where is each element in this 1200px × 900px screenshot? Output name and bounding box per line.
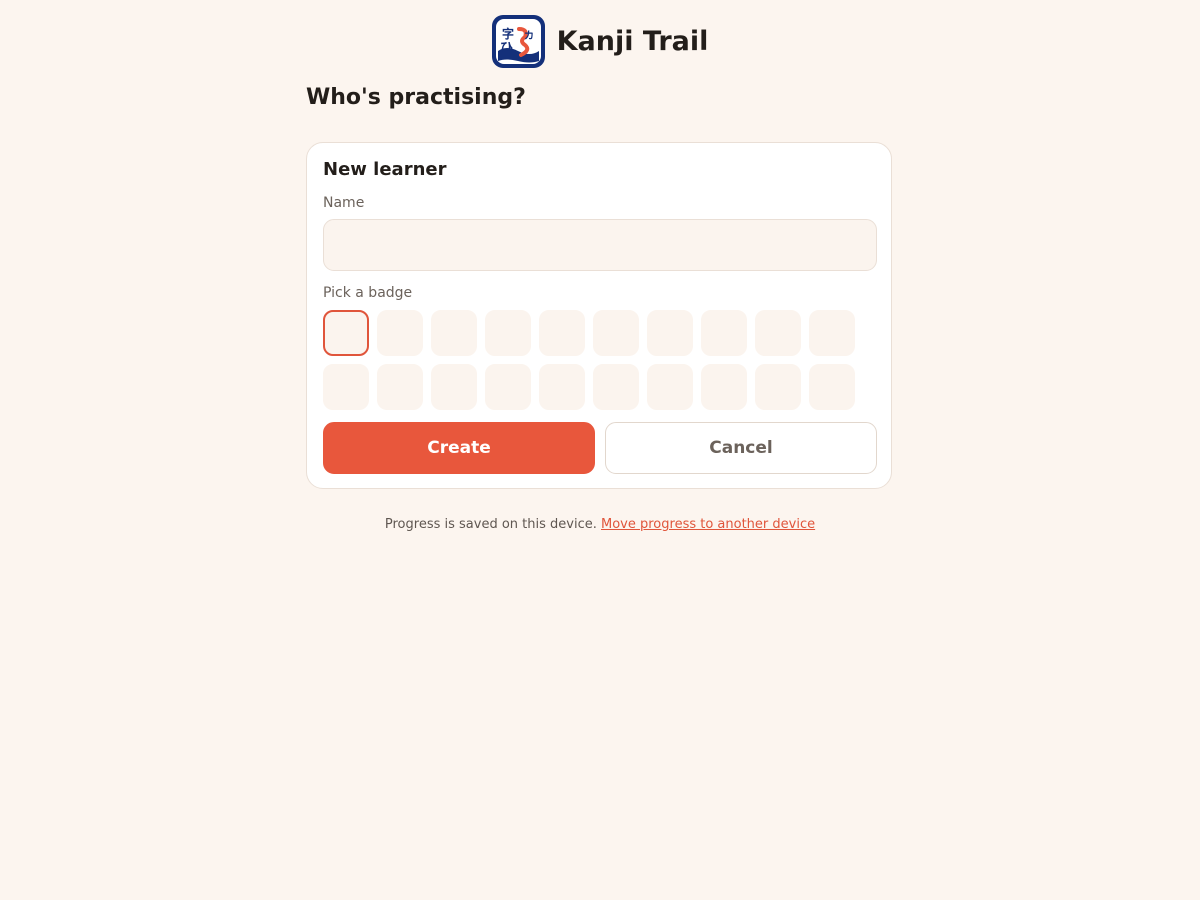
cancel-button[interactable]: Cancel (605, 422, 877, 474)
badge-option[interactable] (377, 364, 423, 410)
badge-option[interactable] (809, 364, 855, 410)
page-title: Who's practising? (306, 85, 526, 110)
create-button[interactable]: Create (323, 422, 595, 474)
app-title: Kanji Trail (556, 26, 709, 57)
svg-text:ひ: ひ (500, 41, 513, 56)
footer-note: Progress is saved on this device. (384, 517, 597, 532)
footer: Progress is saved on this device. Move p… (0, 516, 1200, 534)
badge-option[interactable] (809, 310, 855, 356)
page: 字 カ ひ Kanji Trail Who's practising? New … (0, 0, 1200, 900)
badge-option[interactable] (539, 310, 585, 356)
badge-option[interactable] (323, 364, 369, 410)
badge-option[interactable] (755, 310, 801, 356)
badge-option[interactable] (755, 364, 801, 410)
badge-option[interactable] (539, 364, 585, 410)
move-progress-link[interactable]: Move progress to another device (601, 517, 815, 532)
badge-option[interactable] (431, 310, 477, 356)
badge-option[interactable] (701, 364, 747, 410)
badge-option[interactable] (485, 364, 531, 410)
badge-option[interactable] (377, 310, 423, 356)
name-input[interactable] (323, 219, 877, 271)
badge-option[interactable] (431, 364, 477, 410)
new-learner-card: New learner Name Pick a badge Create Can… (306, 142, 892, 489)
badge-option[interactable] (647, 310, 693, 356)
badge-picker (323, 310, 863, 410)
badge-label: Pick a badge (323, 285, 413, 301)
badge-option[interactable] (485, 310, 531, 356)
name-label: Name (323, 195, 365, 211)
badge-option[interactable] (701, 310, 747, 356)
svg-text:カ: カ (524, 30, 534, 42)
card-title: New learner (323, 159, 447, 180)
svg-text:字: 字 (502, 26, 514, 41)
badge-option[interactable] (593, 364, 639, 410)
badge-option[interactable] (593, 310, 639, 356)
kanji-trail-logo-icon: 字 カ ひ (491, 15, 545, 68)
badge-option[interactable] (323, 310, 369, 356)
badge-option[interactable] (647, 364, 693, 410)
app-header: 字 カ ひ Kanji Trail (0, 15, 1200, 68)
